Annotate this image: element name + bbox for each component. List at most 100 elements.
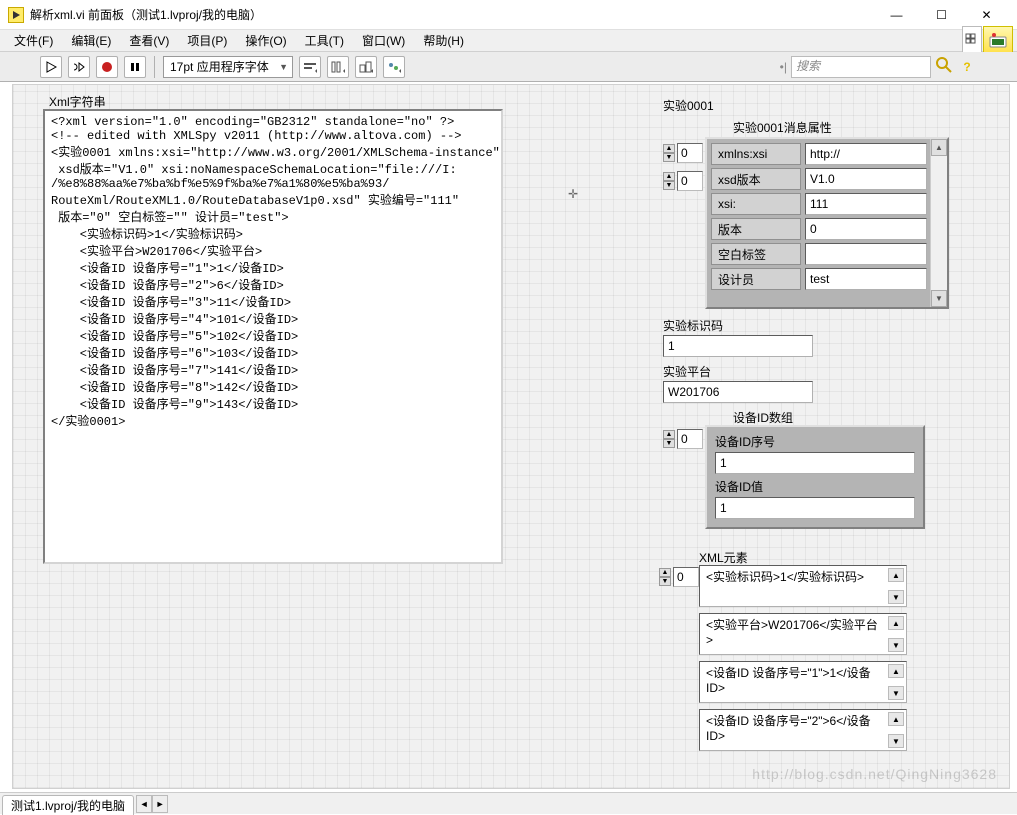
attr-value[interactable] — [805, 243, 927, 265]
attr-row-index[interactable]: ▲▼ 0 — [663, 143, 703, 163]
menu-edit[interactable]: 编辑(E) — [63, 30, 119, 51]
attr-key[interactable]: xmlns:xsi — [711, 143, 801, 165]
dev-val-value[interactable]: 1 — [715, 497, 915, 519]
cluster-label: 实验0001 — [663, 97, 714, 114]
attr-row-index-value[interactable]: 0 — [677, 143, 703, 163]
vi-icon[interactable] — [983, 26, 1013, 54]
scroll-up-icon[interactable]: ▲ — [888, 712, 904, 726]
attr-value[interactable]: 0 — [805, 218, 927, 240]
menu-window[interactable]: 窗口(W) — [354, 30, 413, 51]
menu-operate[interactable]: 操作(O) — [237, 30, 294, 51]
project-tab[interactable]: 测试1.lvproj/我的电脑 — [2, 795, 134, 815]
xml-line: <设备ID 设备序号="6">103</设备ID> — [51, 344, 495, 361]
xml-elem-index[interactable]: ▲▼ 0 — [659, 567, 699, 587]
palette-grid-icon[interactable] — [962, 26, 982, 54]
attr-col-index-value[interactable]: 0 — [677, 171, 703, 191]
up-arrow-icon[interactable]: ▲ — [663, 430, 675, 439]
down-arrow-icon[interactable]: ▼ — [663, 181, 675, 190]
menu-help[interactable]: 帮助(H) — [415, 30, 472, 51]
dev-seq-value[interactable]: 1 — [715, 452, 915, 474]
menu-view[interactable]: 查看(V) — [121, 30, 177, 51]
scroll-down-icon[interactable]: ▼ — [888, 590, 904, 604]
project-tab-label: 测试1.lvproj/我的电脑 — [11, 797, 125, 814]
xml-line: <设备ID 设备序号="7">141</设备ID> — [51, 361, 495, 378]
help-icon[interactable]: ? — [957, 57, 977, 77]
run-button[interactable] — [40, 56, 62, 78]
menu-project[interactable]: 项目(P) — [179, 30, 235, 51]
item-scrollbar[interactable]: ▲▼ — [888, 712, 904, 748]
abort-button[interactable] — [96, 56, 118, 78]
tab-next-button[interactable]: ► — [152, 795, 168, 813]
menu-tools[interactable]: 工具(T) — [297, 30, 352, 51]
xml-elem-item[interactable]: <实验标识码>1</实验标识码>▲▼ — [699, 565, 907, 607]
distribute-button[interactable] — [327, 56, 349, 78]
menu-file[interactable]: 文件(F) — [6, 30, 61, 51]
xml-string-indicator[interactable]: <?xml version="1.0" encoding="GB2312" st… — [43, 109, 503, 564]
scroll-down-icon[interactable]: ▼ — [888, 686, 904, 700]
down-arrow-icon[interactable]: ▼ — [659, 577, 671, 586]
down-arrow-icon[interactable]: ▼ — [663, 439, 675, 448]
item-scrollbar[interactable]: ▲▼ — [888, 568, 904, 604]
up-arrow-icon[interactable]: ▲ — [659, 568, 671, 577]
platform-value[interactable]: W201706 — [663, 381, 813, 403]
dev-array-index[interactable]: ▲▼ 0 — [663, 429, 703, 449]
front-panel: Xml字符串 <?xml version="1.0" encoding="GB2… — [12, 84, 1010, 789]
up-arrow-icon[interactable]: ▲ — [663, 172, 675, 181]
run-continuous-button[interactable] — [68, 56, 90, 78]
xml-line: <设备ID 设备序号="9">143</设备ID> — [51, 395, 495, 412]
xml-elem-index-value[interactable]: 0 — [673, 567, 699, 587]
attr-key[interactable]: xsi: — [711, 193, 801, 215]
dev-array-index-value[interactable]: 0 — [677, 429, 703, 449]
xml-elem-item[interactable]: <设备ID 设备序号="1">1</设备ID>▲▼ — [699, 661, 907, 703]
attr-row: xsi:111 — [711, 193, 927, 215]
down-arrow-icon[interactable]: ▼ — [663, 153, 675, 162]
search-icon[interactable] — [935, 56, 953, 77]
item-scrollbar[interactable]: ▲▼ — [888, 664, 904, 700]
scroll-down-icon[interactable]: ▼ — [888, 734, 904, 748]
xml-elem-item[interactable]: <实验平台>W201706</实验平台>▲▼ — [699, 613, 907, 655]
platform-label: 实验平台 — [663, 363, 711, 380]
align-button[interactable] — [299, 56, 321, 78]
scroll-up-icon[interactable]: ▲ — [931, 139, 947, 156]
xml-line: <实验平台>W201706</实验平台> — [51, 242, 495, 259]
attr-key[interactable]: 设计员 — [711, 268, 801, 290]
resize-button[interactable] — [355, 56, 377, 78]
attr-row: 空白标签 — [711, 243, 927, 265]
attr-cluster-title: 实验0001消息属性 — [733, 119, 832, 136]
xml-line: <设备ID 设备序号="4">101</设备ID> — [51, 310, 495, 327]
minimize-button[interactable]: — — [874, 0, 919, 30]
app-icon — [8, 7, 24, 23]
up-arrow-icon[interactable]: ▲ — [663, 144, 675, 153]
xml-line: <?xml version="1.0" encoding="GB2312" st… — [51, 115, 495, 129]
attr-value[interactable]: V1.0 — [805, 168, 927, 190]
attr-value[interactable]: 111 — [805, 193, 927, 215]
attr-scrollbar[interactable]: ▲▼ — [930, 139, 947, 307]
scroll-down-icon[interactable]: ▼ — [888, 638, 904, 652]
attr-value[interactable]: http:// — [805, 143, 927, 165]
xml-line: <!-- edited with XMLSpy v2011 (http://ww… — [51, 129, 495, 143]
scroll-down-icon[interactable]: ▼ — [931, 290, 947, 307]
xml-line: </实验0001> — [51, 412, 495, 429]
xml-elem-text: <设备ID 设备序号="1">1</设备ID> — [706, 666, 884, 696]
xml-line: <设备ID 设备序号="8">142</设备ID> — [51, 378, 495, 395]
pause-button[interactable] — [124, 56, 146, 78]
attr-key[interactable]: xsd版本 — [711, 168, 801, 190]
attr-key[interactable]: 空白标签 — [711, 243, 801, 265]
attr-row: 设计员test — [711, 268, 927, 290]
id-value[interactable]: 1 — [663, 335, 813, 357]
attr-key[interactable]: 版本 — [711, 218, 801, 240]
xml-elem-item[interactable]: <设备ID 设备序号="2">6</设备ID>▲▼ — [699, 709, 907, 751]
scroll-up-icon[interactable]: ▲ — [888, 616, 904, 630]
xml-string-label: Xml字符串 — [49, 93, 106, 110]
attr-col-index[interactable]: ▲▼ 0 — [663, 171, 703, 191]
dev-val-label: 设备ID值 — [715, 478, 915, 495]
search-input[interactable]: 搜索 — [791, 56, 931, 78]
tab-prev-button[interactable]: ◄ — [136, 795, 152, 813]
font-selector[interactable]: 17pt 应用程序字体 — [163, 56, 293, 78]
item-scrollbar[interactable]: ▲▼ — [888, 616, 904, 652]
reorder-button[interactable] — [383, 56, 405, 78]
attr-value[interactable]: test — [805, 268, 927, 290]
maximize-button[interactable]: ☐ — [919, 0, 964, 30]
scroll-up-icon[interactable]: ▲ — [888, 664, 904, 678]
scroll-up-icon[interactable]: ▲ — [888, 568, 904, 582]
